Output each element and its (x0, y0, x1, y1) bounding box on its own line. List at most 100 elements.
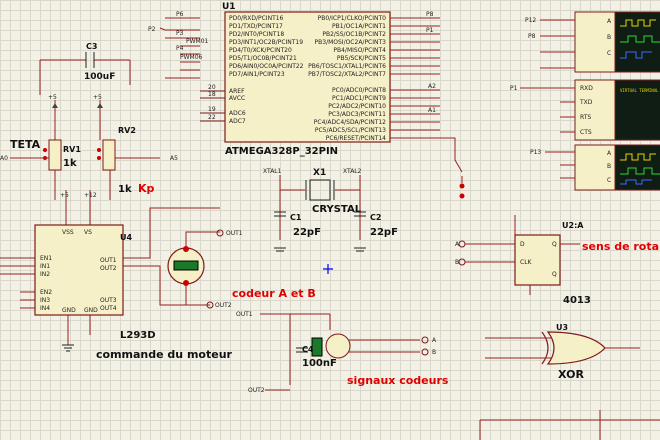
vterm-rxd: RXD (580, 85, 593, 92)
encoder-label: codeur A et B (232, 287, 316, 300)
ff-q: Q (552, 241, 557, 248)
motor-out1: OUT1 (226, 230, 243, 237)
atmega328p-chip[interactable]: PD0/RXD/PCINT16PD1/TXD/PCINT17PD2/INT0/P… (224, 11, 391, 143)
mcu-right-pin: PB6/TOSC1/XTAL1/PCINT6 (308, 63, 386, 70)
schematic-drawing: PD0/RXD/PCINT16PD1/TXD/PCINT17PD2/INT0/P… (0, 2, 660, 440)
u3-ref: U3 (556, 323, 568, 332)
pin-num-19: 19 (208, 106, 216, 113)
vterm-title: VIRTUAL TERMINAL (620, 88, 659, 93)
net-a1: A1 (428, 107, 436, 114)
ff-d: D (520, 241, 525, 248)
c4-value: 100nF (302, 358, 337, 369)
l293-out1: OUT1 (100, 257, 117, 264)
mcu-right-pin: PB0/ICP1/CLKO/PCINT0 (318, 15, 387, 22)
ff-qbar: Q (552, 271, 557, 278)
l293-en2: EN2 (40, 289, 52, 296)
vterm-cts: CTS (580, 129, 592, 136)
scope1-net-p12: P12 (525, 17, 536, 24)
encoder-out2: OUT2 (248, 387, 265, 394)
pin-avcc: AVCC (229, 95, 245, 102)
net-a0: A0 (0, 155, 8, 162)
potentiometer-rv2[interactable] (97, 139, 116, 171)
l293-in3: IN3 (40, 297, 50, 304)
mcu-left-pin: PD1/TXD/PCINT17 (229, 23, 283, 30)
encoder-motor[interactable] (311, 333, 351, 359)
c3-value: 100uF (84, 72, 115, 82)
net-p1: P1 (426, 27, 434, 34)
l293-gnd2: GND (84, 307, 98, 314)
net-a2: A2 (428, 83, 436, 90)
ff-part: 4013 (563, 295, 591, 306)
scope2-b: B (607, 163, 611, 170)
c2-value: 22pF (370, 227, 398, 238)
mcu-left-pin: PD3/INT1/OC2B/PCINT19 (229, 39, 303, 46)
xtal2-net: XTAL2 (343, 168, 362, 175)
mcu-right-pin: PB4/MISO/PCINT4 (333, 47, 386, 54)
mcu-left-pin: PD0/RXD/PCINT16 (229, 15, 284, 22)
l293-part: L293D (120, 330, 156, 341)
mcu-left-pin: PD5/T1/OC0B/PCINT21 (229, 55, 297, 62)
l293-in4: IN4 (40, 305, 50, 312)
teta-label: TETA (10, 138, 41, 151)
xtal1-net: XTAL1 (263, 168, 282, 175)
motor-out2: OUT2 (215, 302, 232, 309)
mcu-right-pin-port-c: PC3/ADC3/PCINT11 (328, 111, 386, 118)
pin-num-18: 18 (208, 91, 216, 98)
potentiometer-rv1[interactable] (43, 139, 62, 171)
mcu-right-pin-port-c: PC0/ADC0/PCINT8 (332, 87, 386, 94)
xor-gate-u3[interactable] (541, 331, 606, 365)
vcc-label-1: +5 (48, 94, 57, 101)
l293-out3: OUT3 (100, 297, 117, 304)
ff-clk: CLK (520, 259, 533, 266)
oscilloscope-2[interactable] (574, 144, 660, 191)
c3-ref: C3 (86, 42, 97, 51)
net-pwm06: PWM06 (180, 54, 203, 61)
net-pwm01: PWM01 (186, 38, 209, 45)
encoder-out1: OUT1 (236, 311, 253, 318)
encoder-net-a: A (432, 337, 437, 344)
rv1-value: 1k (63, 158, 77, 169)
kp-label: Kp (138, 182, 155, 195)
xor-label: XOR (558, 368, 584, 381)
motor-command-label: commande du moteur (96, 348, 233, 361)
rv1-ref: RV1 (63, 145, 81, 154)
scope1-b: B (607, 34, 611, 41)
net-p8: P8 (426, 11, 434, 18)
pin-num-20: 20 (208, 84, 216, 91)
net-p6: P6 (176, 11, 184, 18)
net-p2: P2 (148, 26, 156, 33)
rv2-value: 1k (118, 184, 132, 195)
x1-ref: X1 (313, 168, 326, 178)
crystal-x1[interactable] (305, 179, 335, 201)
encoder-net-b: B (432, 349, 436, 356)
mcu-left-pin: PD7/AIN1/PCINT23 (229, 71, 285, 78)
reset-switch[interactable] (459, 176, 465, 199)
pin-aref: AREF (229, 88, 245, 95)
c1-ref: C1 (290, 213, 302, 222)
c1-value: 22pF (293, 227, 321, 238)
mcu-left-pin: PD2/INT0/PCINT18 (229, 31, 284, 38)
oscilloscope-1[interactable] (574, 11, 660, 73)
scope2-c: C (607, 177, 611, 184)
pin-adc6: ADC6 (229, 110, 246, 117)
c4-ref: C4 (302, 345, 314, 354)
mcu-right-pin-port-c: PC2/ADC2/PCINT10 (328, 103, 386, 110)
rv2-ref: RV2 (118, 126, 136, 135)
l293-out2: OUT2 (100, 265, 117, 272)
vterm-net-p1: P1 (510, 85, 518, 92)
l293-vs: VS (84, 229, 92, 236)
crystal-label: CRYSTAL (312, 204, 362, 215)
net-a5: A5 (170, 155, 178, 162)
vcc-label-2: +5 (93, 94, 102, 101)
dc-motor[interactable] (167, 246, 205, 286)
mcu-right-pin-port-c: PC4/ADC4/SDA/PCINT12 (314, 119, 386, 126)
u4-ref: U4 (120, 233, 132, 242)
mcu-right-pin-port-c: PC6/RESET/PCINT14 (326, 135, 386, 142)
vterm-rts: RTS (580, 114, 591, 121)
mcu-right-pin: PB2/SS/OC1B/PCINT2 (322, 31, 386, 38)
mcu-right-pin: PB7/TOSC2/XTAL2/PCINT7 (308, 71, 386, 78)
u1-label: U1 (222, 2, 236, 12)
mcu-part-label: ATMEGA328P_32PIN (225, 146, 338, 157)
l293-in2: IN2 (40, 271, 50, 278)
schematic-canvas[interactable]: PD0/RXD/PCINT16 PD1/TXD/PCINT17 PD2/INT0/P… (0, 0, 660, 440)
